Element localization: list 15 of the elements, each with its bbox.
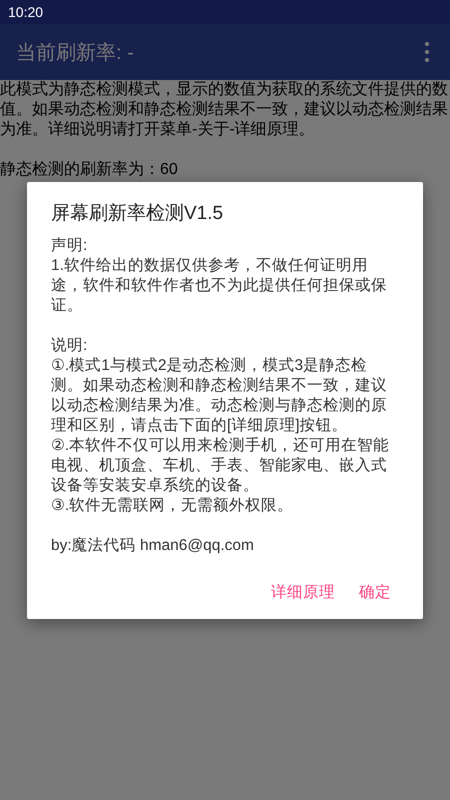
dialog-title: 屏幕刷新率检测V1.5 bbox=[51, 202, 224, 226]
status-time: 10:20 bbox=[8, 4, 44, 20]
refresh-rate-text: 静态检测的刷新率为：60 bbox=[0, 160, 179, 180]
dialog-button[interactable]: 确定 bbox=[351, 576, 399, 608]
section-heading: 说明: bbox=[51, 336, 88, 356]
section-heading: by:魔法代码 hman6@qq.com bbox=[51, 536, 255, 556]
section-heading: 声明: bbox=[51, 236, 88, 256]
more-menu-icon[interactable] bbox=[424, 42, 430, 62]
dialog-button[interactable]: 详细原理 bbox=[263, 576, 343, 608]
dialog-paragraph: 1.软件给出的数据仅供参考，不做任何证明用途，软件和软件作者也不为此提供任何担保或保证。 bbox=[51, 256, 388, 316]
dialog-paragraph: ③.软件无需联网，无需额外权限。 bbox=[51, 496, 294, 516]
dialog-paragraph: ②.本软件不仅可以用来检测手机，还可用在智能电视、机顶盒、车机、手表、智能家电、嵌入式设备等安装安卓系统的设备。 bbox=[51, 436, 390, 496]
app-title: 当前刷新率: - bbox=[16, 40, 135, 66]
description-text: 此模式为静态检测模式，显示的数值为获取的系统文件提供的数值。如果动态检测和静态检测结果不一致，建议以动态检测结果为准。详细说明请打开菜单-关于-详细原理。 bbox=[0, 80, 449, 140]
dialog-paragraph: ①.模式1与模式2是动态检测，模式3是静态检测。如果动态检测和静态检测结果不一致，建议以动态检测结果为准。动态检测与静态检测的原理和区别，请点击下面的[详细原理]按钮。 bbox=[51, 356, 388, 436]
